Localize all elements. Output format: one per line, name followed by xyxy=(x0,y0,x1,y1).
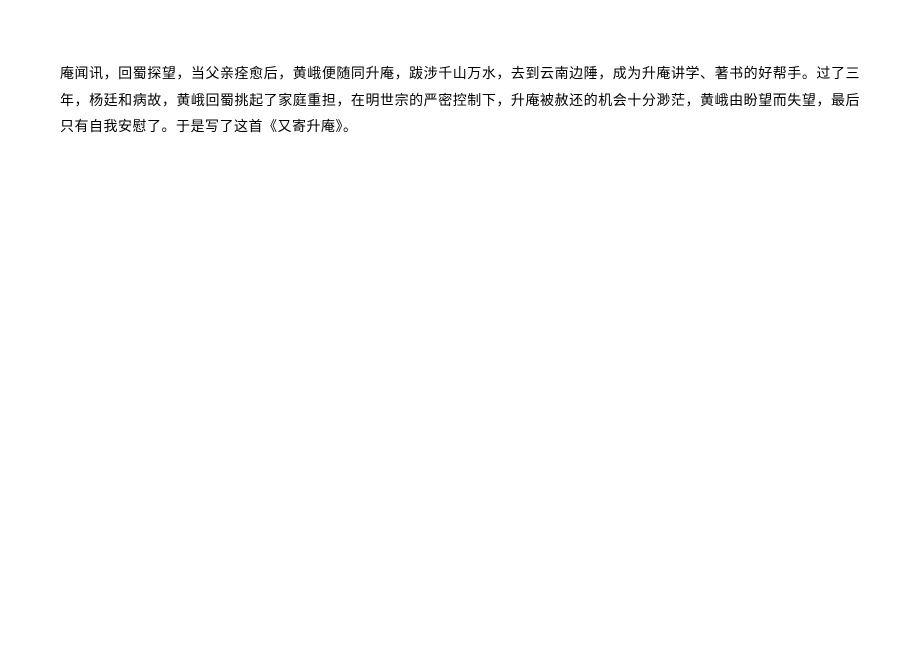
body-paragraph: 庵闻讯，回蜀探望，当父亲痊愈后，黄峨便随同升庵，跋涉千山万水，去到云南边陲，成为… xyxy=(60,62,860,142)
document-page: 庵闻讯，回蜀探望，当父亲痊愈后，黄峨便随同升庵，跋涉千山万水，去到云南边陲，成为… xyxy=(0,0,920,142)
